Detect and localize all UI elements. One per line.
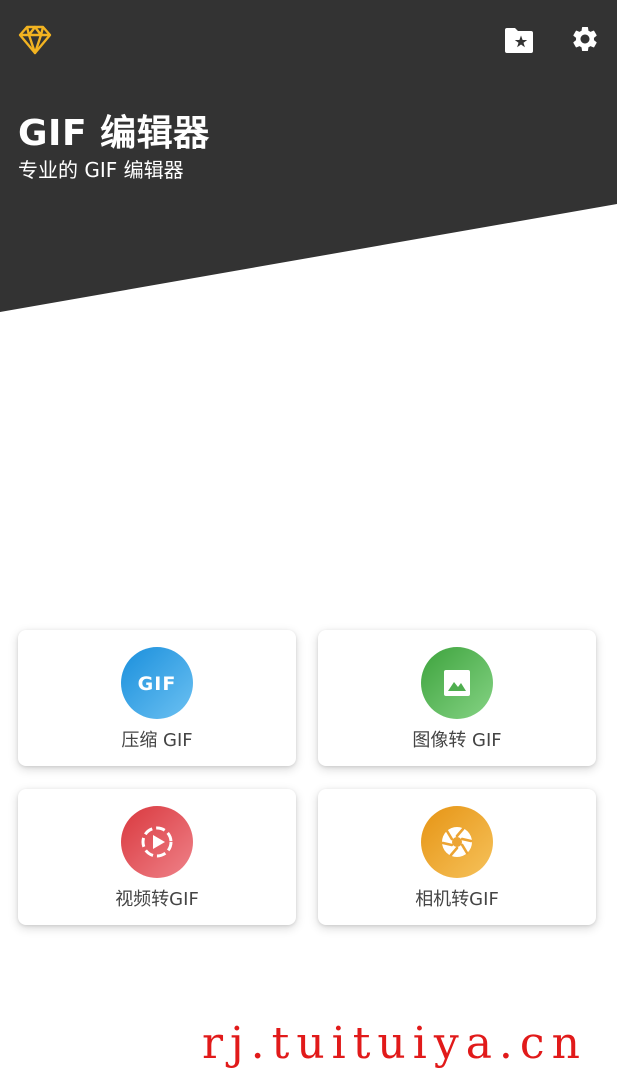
gif-icon: GIF [138,673,177,695]
watermark-text: rj.tuituiya.cn [202,1018,587,1069]
image-icon [444,670,470,696]
premium-button[interactable] [16,20,54,58]
compress-gif-label: 压缩 GIF [121,730,193,751]
compress-gif-icon-circle: GIF [121,647,193,719]
image-to-gif-card[interactable]: 图像转 GIF [318,630,596,766]
video-play-icon [141,826,173,858]
app-title: GIF 编辑器 [18,113,210,154]
settings-button[interactable] [566,20,604,58]
folder-star-icon [505,28,533,53]
camera-to-gif-label: 相机转GIF [415,889,499,910]
diamond-icon [18,25,52,55]
camera-to-gif-card[interactable]: 相机转GIF [318,789,596,925]
image-to-gif-label: 图像转 GIF [412,730,502,751]
app-subtitle: 专业的 GIF 编辑器 [18,158,184,182]
camera-to-gif-icon-circle [421,806,493,878]
favorites-folder-button[interactable] [500,22,538,58]
video-to-gif-label: 视频转GIF [115,889,199,910]
compress-gif-card[interactable]: GIF 压缩 GIF [18,630,296,766]
camera-aperture-icon [441,827,473,857]
video-to-gif-card[interactable]: 视频转GIF [18,789,296,925]
gear-icon [573,27,597,51]
image-to-gif-icon-circle [421,647,493,719]
video-to-gif-icon-circle [121,806,193,878]
svg-text:GIF: GIF [138,673,177,695]
